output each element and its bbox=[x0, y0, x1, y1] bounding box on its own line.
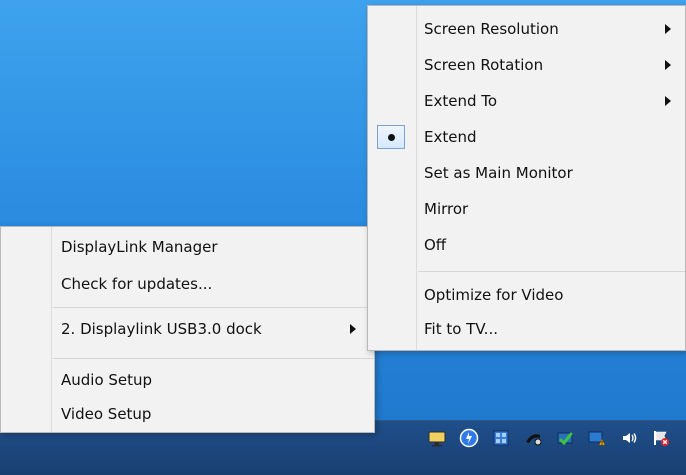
menu-item-label: Extend To bbox=[424, 92, 498, 110]
update-icon[interactable] bbox=[458, 427, 480, 449]
checked-indicator bbox=[377, 125, 405, 149]
tray-context-menu: DisplayLink Manager Check for updates...… bbox=[0, 226, 375, 433]
notification-area bbox=[416, 423, 686, 453]
action-center-flag-icon[interactable] bbox=[650, 427, 672, 449]
menu-item-label: Fit to TV... bbox=[424, 320, 498, 338]
submenu-arrow-icon bbox=[665, 60, 671, 70]
menu-item-label: DisplayLink Manager bbox=[61, 238, 218, 256]
menu-separator bbox=[53, 307, 374, 308]
menu-item-label: Optimize for Video bbox=[424, 286, 564, 304]
radio-dot-icon bbox=[387, 133, 395, 141]
security-shield-icon[interactable] bbox=[554, 427, 576, 449]
menu-item-off[interactable]: Off bbox=[368, 228, 685, 262]
menu-item-video-setup[interactable]: Video Setup bbox=[1, 397, 374, 431]
menu-item-label: Mirror bbox=[424, 200, 469, 218]
submenu-arrow-icon bbox=[665, 24, 671, 34]
menu-item-screen-rotation[interactable]: Screen Rotation bbox=[368, 48, 685, 82]
menu-item-check-for-updates[interactable]: Check for updates... bbox=[1, 267, 374, 301]
menu-item-displaylink-dock[interactable]: 2. Displaylink USB3.0 dock bbox=[1, 312, 374, 346]
display-icon[interactable] bbox=[426, 427, 448, 449]
menu-item-label: Off bbox=[424, 236, 447, 254]
menu-item-label: Screen Rotation bbox=[424, 56, 544, 74]
menu-item-displaylink-manager[interactable]: DisplayLink Manager bbox=[1, 230, 374, 264]
wifi-warning-icon[interactable] bbox=[586, 427, 608, 449]
network-activity-icon[interactable] bbox=[522, 427, 544, 449]
menu-item-label: Check for updates... bbox=[61, 275, 213, 293]
menu-item-label: Extend bbox=[424, 128, 477, 146]
menu-item-mirror[interactable]: Mirror bbox=[368, 192, 685, 226]
menu-item-label: Video Setup bbox=[61, 405, 152, 423]
app-icon[interactable] bbox=[490, 427, 512, 449]
menu-item-audio-setup[interactable]: Audio Setup bbox=[1, 363, 374, 397]
menu-item-label: Set as Main Monitor bbox=[424, 164, 573, 182]
menu-separator bbox=[418, 271, 685, 272]
menu-item-optimize-for-video[interactable]: Optimize for Video bbox=[368, 278, 685, 312]
submenu-arrow-icon bbox=[665, 96, 671, 106]
menu-item-fit-to-tv[interactable]: Fit to TV... bbox=[368, 312, 685, 346]
speaker-icon[interactable] bbox=[618, 427, 640, 449]
menu-item-label: Audio Setup bbox=[61, 371, 153, 389]
menu-item-label: Screen Resolution bbox=[424, 20, 559, 38]
menu-separator bbox=[53, 358, 374, 359]
menu-item-set-as-main-monitor[interactable]: Set as Main Monitor bbox=[368, 156, 685, 190]
menu-item-label: 2. Displaylink USB3.0 dock bbox=[61, 320, 262, 338]
menu-item-screen-resolution[interactable]: Screen Resolution bbox=[368, 12, 685, 46]
submenu-arrow-icon bbox=[350, 324, 356, 334]
displaylink-dock-submenu: Screen Resolution Screen Rotation Extend… bbox=[367, 5, 686, 351]
menu-item-extend-to[interactable]: Extend To bbox=[368, 84, 685, 118]
menu-item-extend[interactable]: Extend bbox=[368, 120, 685, 154]
